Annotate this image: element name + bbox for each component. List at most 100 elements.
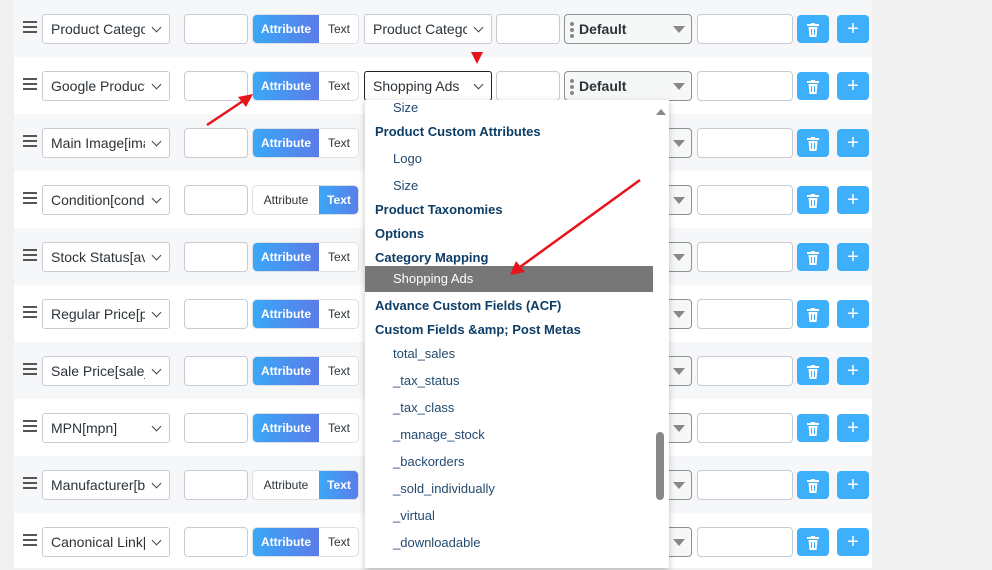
delete-row-button[interactable] xyxy=(797,243,829,271)
delete-row-button[interactable] xyxy=(797,300,829,328)
add-row-button[interactable]: + xyxy=(837,15,869,43)
scroll-up-arrow-icon[interactable] xyxy=(656,109,666,115)
dropdown-option[interactable]: _backorders xyxy=(365,449,653,475)
dropdown-option[interactable]: Size xyxy=(365,100,653,121)
add-row-button[interactable]: + xyxy=(837,129,869,157)
attribute-toggle-button[interactable]: Attribute xyxy=(253,186,319,214)
add-row-button[interactable]: + xyxy=(837,243,869,271)
feed-field-select[interactable]: Regular Price[pr xyxy=(42,299,170,329)
attribute-toggle-button[interactable]: Attribute xyxy=(253,243,319,271)
feed-field-select[interactable]: Stock Status[ava xyxy=(42,242,170,272)
dropdown-option[interactable]: Size xyxy=(365,173,653,199)
dropdown-scrollbar[interactable] xyxy=(653,100,669,568)
add-row-button[interactable]: + xyxy=(837,300,869,328)
drag-handle-icon[interactable] xyxy=(23,420,37,434)
prefix-input[interactable] xyxy=(184,356,248,386)
text-toggle-button[interactable]: Text xyxy=(319,300,358,328)
text-toggle-button[interactable]: Text xyxy=(319,243,358,271)
add-row-button[interactable]: + xyxy=(837,414,869,442)
text-toggle-button[interactable]: Text xyxy=(319,186,358,214)
drag-handle-icon[interactable] xyxy=(23,21,37,35)
dropdown-option[interactable]: _sold_individually xyxy=(365,476,653,502)
dropdown-option[interactable]: _downloadable xyxy=(365,530,653,556)
drag-handle-icon[interactable] xyxy=(23,306,37,320)
type-toggle[interactable]: Attribute Text xyxy=(252,71,359,101)
type-toggle[interactable]: Attribute Text xyxy=(252,242,359,272)
delete-row-button[interactable] xyxy=(797,186,829,214)
suffix-input[interactable] xyxy=(496,14,560,44)
value-attribute-select[interactable]: Shopping Ads xyxy=(364,71,492,101)
prefix-input[interactable] xyxy=(184,299,248,329)
attribute-toggle-button[interactable]: Attribute xyxy=(253,528,319,556)
value-attribute-select[interactable]: Product Categc xyxy=(364,14,492,44)
limit-input[interactable] xyxy=(697,128,793,158)
add-row-button[interactable]: + xyxy=(837,357,869,385)
drag-handle-icon[interactable] xyxy=(23,477,37,491)
type-toggle[interactable]: Attribute Text xyxy=(252,14,359,44)
prefix-input[interactable] xyxy=(184,185,248,215)
feed-field-select[interactable]: Google Product xyxy=(42,71,170,101)
text-toggle-button[interactable]: Text xyxy=(319,471,358,499)
type-toggle[interactable]: Attribute Text xyxy=(252,356,359,386)
dropdown-option[interactable]: _manage_stock xyxy=(365,422,653,448)
dropdown-option[interactable]: total_sales xyxy=(365,341,653,367)
feed-field-select[interactable]: Main Image[ima xyxy=(42,128,170,158)
add-row-button[interactable]: + xyxy=(837,471,869,499)
dropdown-option[interactable]: _tax_status xyxy=(365,368,653,394)
type-toggle[interactable]: Attribute Text xyxy=(252,527,359,557)
limit-input[interactable] xyxy=(697,299,793,329)
type-toggle[interactable]: Attribute Text xyxy=(252,128,359,158)
prefix-input[interactable] xyxy=(184,470,248,500)
limit-input[interactable] xyxy=(697,356,793,386)
prefix-input[interactable] xyxy=(184,527,248,557)
prefix-input[interactable] xyxy=(184,128,248,158)
limit-input[interactable] xyxy=(697,470,793,500)
limit-input[interactable] xyxy=(697,71,793,101)
suffix-input[interactable] xyxy=(496,71,560,101)
add-row-button[interactable]: + xyxy=(837,528,869,556)
value-dropdown-list[interactable]: _downloadable _virtual _sold_individually _… xyxy=(365,100,669,568)
text-toggle-button[interactable]: Text xyxy=(319,357,358,385)
text-toggle-button[interactable]: Text xyxy=(319,414,358,442)
feed-field-select[interactable]: Canonical Link[ xyxy=(42,527,170,557)
prefix-input[interactable] xyxy=(184,14,248,44)
drag-handle-icon[interactable] xyxy=(23,78,37,92)
text-toggle-button[interactable]: Text xyxy=(319,15,358,43)
delete-row-button[interactable] xyxy=(797,129,829,157)
delete-row-button[interactable] xyxy=(797,528,829,556)
drag-handle-icon[interactable] xyxy=(23,534,37,548)
scrollbar-thumb[interactable] xyxy=(656,432,664,500)
attribute-toggle-button[interactable]: Attribute xyxy=(253,129,319,157)
output-type-select[interactable]: Default xyxy=(564,71,692,101)
prefix-input[interactable] xyxy=(184,413,248,443)
dropdown-option[interactable]: _tax_class xyxy=(365,395,653,421)
dropdown-option[interactable]: _virtual xyxy=(365,503,653,529)
attribute-toggle-button[interactable]: Attribute xyxy=(253,300,319,328)
delete-row-button[interactable] xyxy=(797,471,829,499)
attribute-toggle-button[interactable]: Attribute xyxy=(253,357,319,385)
limit-input[interactable] xyxy=(697,527,793,557)
attribute-toggle-button[interactable]: Attribute xyxy=(253,414,319,442)
feed-field-select[interactable]: Manufacturer[b xyxy=(42,470,170,500)
feed-field-select[interactable]: MPN[mpn] xyxy=(42,413,170,443)
type-toggle[interactable]: Attribute Text xyxy=(252,470,359,500)
add-row-button[interactable]: + xyxy=(837,186,869,214)
drag-handle-icon[interactable] xyxy=(23,135,37,149)
limit-input[interactable] xyxy=(697,14,793,44)
type-toggle[interactable]: Attribute Text xyxy=(252,413,359,443)
prefix-input[interactable] xyxy=(184,242,248,272)
prefix-input[interactable] xyxy=(184,71,248,101)
output-type-select[interactable]: Default xyxy=(564,14,692,44)
drag-handle-icon[interactable] xyxy=(23,363,37,377)
drag-handle-icon[interactable] xyxy=(23,249,37,263)
text-toggle-button[interactable]: Text xyxy=(319,129,358,157)
delete-row-button[interactable] xyxy=(797,414,829,442)
attribute-toggle-button[interactable]: Attribute xyxy=(253,471,319,499)
attribute-toggle-button[interactable]: Attribute xyxy=(253,72,319,100)
text-toggle-button[interactable]: Text xyxy=(319,528,358,556)
delete-row-button[interactable] xyxy=(797,15,829,43)
text-toggle-button[interactable]: Text xyxy=(319,72,358,100)
dropdown-option[interactable]: Logo xyxy=(365,146,653,172)
drag-handle-icon[interactable] xyxy=(23,192,37,206)
delete-row-button[interactable] xyxy=(797,357,829,385)
